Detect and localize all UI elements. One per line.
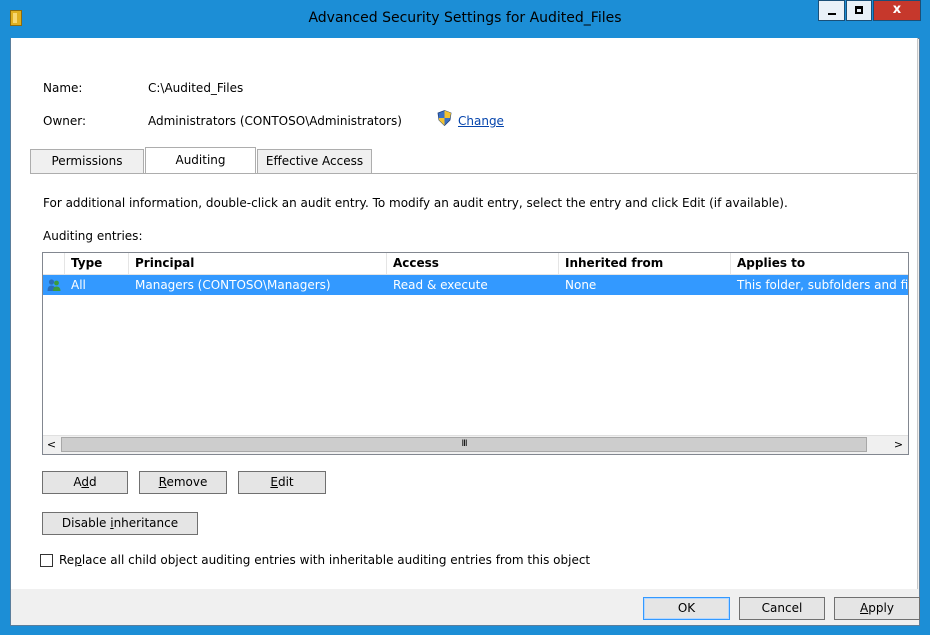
auditing-entries-label: Auditing entries: bbox=[43, 229, 143, 243]
disable-inheritance-button[interactable]: Disable inheritance bbox=[42, 512, 198, 535]
column-header-principal[interactable]: Principal bbox=[129, 253, 387, 274]
column-header-applies-to[interactable]: Applies to bbox=[731, 253, 908, 274]
scrollbar-thumb[interactable]: III bbox=[61, 437, 867, 452]
list-header: Type Principal Access Inherited from App… bbox=[43, 253, 908, 275]
horizontal-scrollbar[interactable]: < III > bbox=[43, 435, 908, 454]
window-title: Advanced Security Settings for Audited_F… bbox=[308, 10, 622, 26]
minimize-button[interactable] bbox=[818, 0, 845, 21]
edit-button-label-post: dit bbox=[277, 475, 294, 489]
cell-principal: Managers (CONTOSO\Managers) bbox=[135, 278, 331, 292]
edit-button-label-access-key: E bbox=[270, 475, 278, 489]
replace-label-post: lace all child object auditing entries w… bbox=[81, 553, 591, 567]
apply-button-label-post: pply bbox=[868, 601, 894, 615]
apply-button[interactable]: Apply bbox=[834, 597, 920, 620]
replace-label-pre: Re bbox=[59, 553, 75, 567]
remove-button-label-post: emove bbox=[166, 475, 208, 489]
owner-label: Owner: bbox=[43, 114, 87, 128]
tab-auditing[interactable]: Auditing bbox=[145, 147, 256, 174]
add-button-label-post: d bbox=[89, 475, 97, 489]
table-row[interactable]: All Managers (CONTOSO\Managers) Read & e… bbox=[43, 275, 908, 295]
column-header-icon bbox=[43, 253, 65, 274]
tab-effective-access[interactable]: Effective Access bbox=[257, 149, 372, 173]
column-header-inherited-from[interactable]: Inherited from bbox=[559, 253, 731, 274]
minimize-icon bbox=[828, 13, 836, 15]
auditing-entries-list[interactable]: Type Principal Access Inherited from App… bbox=[42, 252, 909, 455]
edit-button[interactable]: Edit bbox=[238, 471, 326, 494]
tab-permissions[interactable]: Permissions bbox=[30, 149, 144, 173]
maximize-button[interactable] bbox=[846, 0, 872, 21]
cell-access: Read & execute bbox=[393, 278, 488, 292]
cancel-button[interactable]: Cancel bbox=[739, 597, 825, 620]
cell-applies-to: This folder, subfolders and files bbox=[737, 278, 908, 292]
close-button[interactable]: x bbox=[873, 0, 921, 21]
window-frame: Advanced Security Settings for Audited_F… bbox=[0, 0, 930, 635]
replace-label-access-key: p bbox=[74, 553, 82, 567]
maximize-icon bbox=[855, 6, 863, 14]
replace-child-entries-label[interactable]: Replace all child object auditing entrie… bbox=[59, 553, 590, 567]
remove-button[interactable]: Remove bbox=[139, 471, 227, 494]
title-bar[interactable]: Advanced Security Settings for Audited_F… bbox=[0, 0, 930, 38]
replace-child-entries-checkbox[interactable] bbox=[40, 554, 53, 567]
close-icon: x bbox=[892, 2, 902, 17]
column-header-type[interactable]: Type bbox=[65, 253, 129, 274]
name-label: Name: bbox=[43, 81, 83, 95]
info-text: For additional information, double-click… bbox=[43, 196, 788, 210]
add-button[interactable]: Add bbox=[42, 471, 128, 494]
disable-inheritance-label-post: nheritance bbox=[113, 516, 179, 530]
name-value: C:\Audited_Files bbox=[148, 81, 244, 95]
cell-inherited-from: None bbox=[565, 278, 597, 292]
scroll-right-button[interactable]: > bbox=[890, 436, 907, 453]
cell-type: All bbox=[71, 278, 86, 292]
uac-shield-icon bbox=[437, 110, 452, 126]
users-icon bbox=[47, 279, 61, 291]
column-header-access[interactable]: Access bbox=[387, 253, 559, 274]
change-owner-link[interactable]: Change bbox=[458, 114, 504, 128]
tab-divider bbox=[30, 173, 917, 174]
add-button-label-access-key: d bbox=[81, 475, 89, 489]
owner-value: Administrators (CONTOSO\Administrators) bbox=[148, 114, 402, 128]
ok-button[interactable]: OK bbox=[643, 597, 730, 620]
scroll-left-button[interactable]: < bbox=[43, 436, 60, 453]
disable-inheritance-label-pre: Disable bbox=[61, 516, 111, 530]
